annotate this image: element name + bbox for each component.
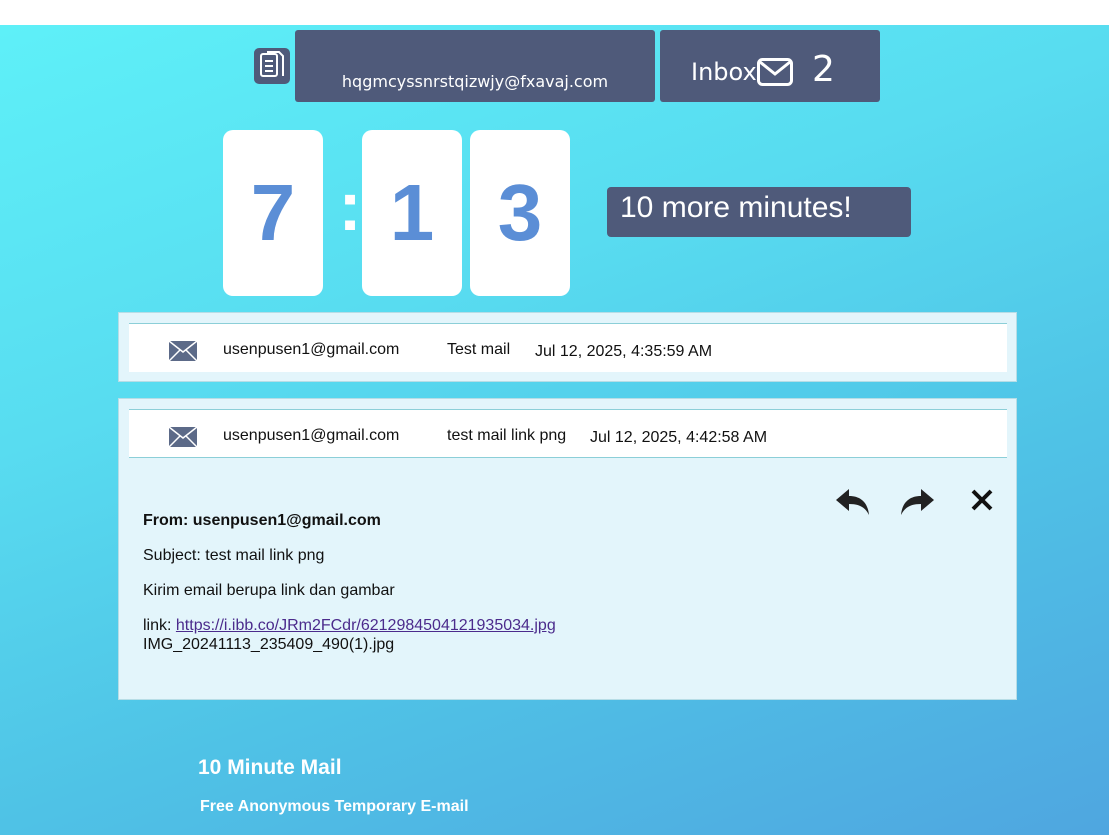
close-icon[interactable]: [971, 489, 993, 511]
mail-body-link-line: link: https://i.ibb.co/JRm2FCdr/62129845…: [143, 616, 556, 635]
mail-date: Jul 12, 2025, 4:35:59 AM: [535, 343, 713, 360]
mail-date: Jul 12, 2025, 4:42:58 AM: [590, 429, 768, 446]
footer-title: 10 Minute Mail: [198, 756, 342, 779]
email-address-display[interactable]: hqgmcyssnrstqizwjy@fxavaj.com: [295, 30, 655, 102]
mail-card-expanded: usenpusen1@gmail.com test mail link png …: [118, 398, 1017, 700]
forward-icon[interactable]: [899, 487, 935, 517]
timer-minutes: 7: [250, 168, 296, 257]
timer-minutes-card: 7: [223, 130, 323, 296]
inbox-label: Inbox: [691, 58, 757, 86]
mail-link[interactable]: https://i.ibb.co/JRm2FCdr/62129845041219…: [176, 617, 556, 634]
timer-seconds-tens-card: 1: [362, 130, 462, 296]
attachment-name[interactable]: IMG_20241113_235409_490(1).jpg: [143, 635, 556, 654]
inbox-button[interactable]: Inbox 2: [660, 30, 880, 102]
mail-subject: Test mail: [447, 341, 511, 358]
mail-row[interactable]: usenpusen1@gmail.com Test mail Jul 12, 2…: [129, 323, 1007, 372]
mail-subject: test mail link png: [447, 427, 567, 444]
mail-body: From: usenpusen1@gmail.com Subject: test…: [143, 511, 556, 654]
timer-seconds-ones-card: 3: [470, 130, 570, 296]
mail-body-from: From: usenpusen1@gmail.com: [143, 512, 381, 529]
email-address-text: hqgmcyssnrstqizwjy@fxavaj.com: [341, 72, 609, 91]
more-minutes-button[interactable]: 10 more minutes!: [607, 187, 911, 237]
timer-separator: :: [338, 167, 362, 245]
reply-icon[interactable]: [835, 487, 871, 517]
footer-subtitle: Free Anonymous Temporary E-mail: [200, 798, 469, 815]
inbox-count-badge: 2: [812, 49, 835, 90]
envelope-icon: [169, 341, 197, 361]
mail-row[interactable]: usenpusen1@gmail.com test mail link png …: [129, 409, 1007, 458]
mail-from: usenpusen1@gmail.com: [223, 341, 400, 358]
more-minutes-label: 10 more minutes!: [620, 191, 852, 224]
mail-body-text: Kirim email berupa link dan gambar: [143, 582, 395, 599]
timer-seconds-ones: 3: [497, 168, 543, 257]
mail-from: usenpusen1@gmail.com: [223, 427, 400, 444]
link-prefix: link:: [143, 617, 176, 634]
envelope-icon: [757, 58, 793, 86]
copy-document-icon: [260, 51, 284, 77]
envelope-icon: [169, 427, 197, 447]
copy-address-button[interactable]: [254, 48, 290, 84]
mail-body-subject: Subject: test mail link png: [143, 547, 325, 564]
timer-seconds-tens: 1: [389, 168, 435, 257]
mail-card: usenpusen1@gmail.com Test mail Jul 12, 2…: [118, 312, 1017, 382]
